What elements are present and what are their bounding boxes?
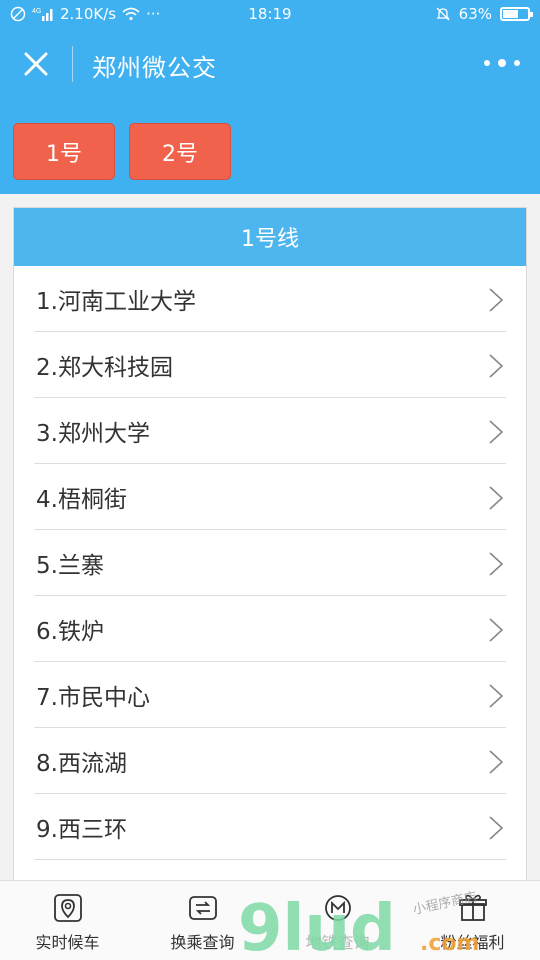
bottom-nav: 实时候车 换乘查询 地铁查询 粉丝福利 bbox=[0, 880, 540, 960]
nav-label: 地铁查询 bbox=[305, 933, 370, 952]
map-pin-icon bbox=[53, 894, 82, 922]
stop-name: 1.河南工业大学 bbox=[36, 288, 196, 315]
status-right: 63% bbox=[435, 5, 533, 23]
nav-label: 实时候车 bbox=[35, 933, 100, 952]
close-icon bbox=[24, 52, 48, 76]
chevron-right-icon bbox=[489, 618, 504, 642]
stop-item[interactable]: 5.兰寨 bbox=[34, 530, 506, 596]
nav-transfer-query[interactable]: 换乘查询 bbox=[135, 881, 270, 960]
stop-item[interactable]: 6.铁炉 bbox=[34, 596, 506, 662]
stop-name: 7.市民中心 bbox=[36, 684, 150, 711]
stops-panel: 1号线 1.河南工业大学 2.郑大科技园 3.郑州大学 4.梧桐街 5.兰寨 6… bbox=[13, 207, 527, 887]
stop-item[interactable]: 9.西三环 bbox=[34, 794, 506, 860]
nav-label: 换乘查询 bbox=[170, 933, 235, 952]
nav-metro-query[interactable]: 地铁查询 bbox=[270, 881, 405, 960]
stop-item[interactable]: 2.郑大科技园 bbox=[34, 332, 506, 398]
stop-name: 5.兰寨 bbox=[36, 552, 104, 579]
chevron-right-icon bbox=[489, 750, 504, 774]
nav-label: 粉丝福利 bbox=[440, 933, 505, 952]
stop-name: 9.西三环 bbox=[36, 816, 127, 843]
tab-line-2[interactable]: 2号 bbox=[129, 123, 231, 180]
stop-item[interactable]: 7.市民中心 bbox=[34, 662, 506, 728]
metro-icon bbox=[324, 895, 351, 921]
more-dot-icon bbox=[514, 60, 520, 66]
chevron-right-icon bbox=[489, 420, 504, 444]
chevron-right-icon bbox=[489, 354, 504, 378]
nav-realtime-bus[interactable]: 实时候车 bbox=[0, 881, 135, 960]
chevron-right-icon bbox=[489, 816, 504, 840]
battery-icon bbox=[500, 7, 533, 21]
stop-item[interactable]: 8.西流湖 bbox=[34, 728, 506, 794]
more-dot-icon bbox=[484, 60, 490, 66]
muted-bell-icon bbox=[436, 7, 450, 21]
chevron-right-icon bbox=[489, 288, 504, 312]
stop-item[interactable]: 3.郑州大学 bbox=[34, 398, 506, 464]
header-divider bbox=[72, 46, 73, 82]
line-tabs: 1号 2号 bbox=[13, 123, 231, 180]
stop-name: 4.梧桐街 bbox=[36, 486, 127, 513]
gift-icon bbox=[458, 894, 487, 921]
app-header: 郑州微公交 bbox=[0, 28, 540, 100]
stop-item[interactable]: 4.梧桐街 bbox=[34, 464, 506, 530]
chevron-right-icon bbox=[489, 684, 504, 708]
panel-title: 1号线 bbox=[14, 208, 526, 266]
status-bar: 4G 2.10K/s ··· 18:19 63% bbox=[0, 0, 540, 28]
stop-name: 6.铁炉 bbox=[36, 618, 104, 645]
transfer-icon bbox=[188, 896, 217, 920]
chevron-right-icon bbox=[489, 486, 504, 510]
page-title: 郑州微公交 bbox=[92, 54, 217, 82]
battery-level bbox=[503, 10, 519, 18]
close-button[interactable] bbox=[16, 44, 56, 84]
battery-percent: 63% bbox=[458, 5, 492, 23]
more-dot-icon bbox=[498, 59, 506, 67]
more-menu-button[interactable] bbox=[484, 50, 520, 76]
nav-fan-benefits[interactable]: 粉丝福利 bbox=[405, 881, 540, 960]
chevron-right-icon bbox=[489, 552, 504, 576]
stop-item[interactable]: 1.河南工业大学 bbox=[34, 266, 506, 332]
tab-line-1[interactable]: 1号 bbox=[13, 123, 115, 180]
stop-name: 2.郑大科技园 bbox=[36, 354, 173, 381]
stop-name: 3.郑州大学 bbox=[36, 420, 150, 447]
stop-name: 8.西流湖 bbox=[36, 750, 127, 777]
